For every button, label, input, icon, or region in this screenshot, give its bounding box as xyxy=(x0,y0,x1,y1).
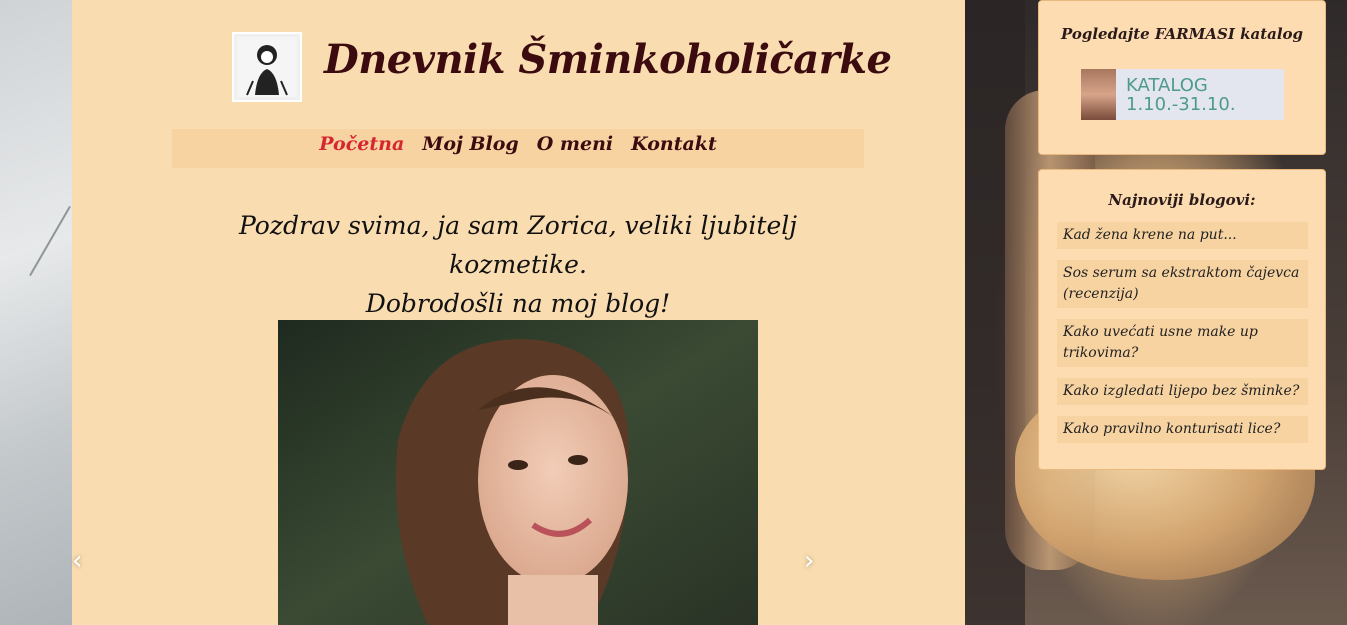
latest-posts-list: Kad žena krene na put... Sos serum sa ek… xyxy=(1057,222,1308,454)
catalog-widget-title: Pogledajte FARMASI katalog xyxy=(1060,25,1304,43)
greeting-line-1: Pozdrav svima, ja sam Zorica, veliki lju… xyxy=(238,211,797,279)
main-nav: Početna Moj Blog O meni Kontakt xyxy=(172,129,864,168)
post-link[interactable]: Kako izgledati lijepo bez šminke? xyxy=(1057,378,1308,405)
carousel-next-button[interactable]: › xyxy=(804,546,814,576)
site-logo[interactable] xyxy=(232,32,302,102)
nav-item-o-meni[interactable]: O meni xyxy=(528,129,622,168)
carousel-prev-button[interactable]: ‹ xyxy=(72,546,82,576)
nav-item-moj-blog[interactable]: Moj Blog xyxy=(413,129,527,168)
catalog-label: KATALOG xyxy=(1126,74,1208,96)
woman-portrait-icon xyxy=(237,37,297,97)
greeting-text: Pozdrav svima, ja sam Zorica, veliki lju… xyxy=(172,206,864,323)
greeting-line-2: Dobrodošli na moj blog! xyxy=(365,289,671,318)
post-link[interactable]: Sos serum sa ekstraktom čajevca (recenzi… xyxy=(1057,260,1308,308)
catalog-widget: Pogledajte FARMASI katalog KATALOG 1.10.… xyxy=(1038,0,1326,155)
catalog-text: KATALOG 1.10.-31.10. xyxy=(1126,76,1236,114)
catalog-dates: 1.10.-31.10. xyxy=(1126,93,1236,115)
site-title[interactable]: Dnevnik Šminkoholičarke xyxy=(324,36,892,83)
header: Dnevnik Šminkoholičarke xyxy=(232,32,892,104)
nav-item-kontakt[interactable]: Kontakt xyxy=(622,129,726,168)
catalog-cover-thumbnail xyxy=(1081,69,1116,120)
post-link[interactable]: Kako uvećati usne make up trikovima? xyxy=(1057,319,1308,367)
latest-posts-widget: Najnoviji blogovi: Kad žena krene na put… xyxy=(1038,169,1326,470)
latest-posts-title: Najnoviji blogovi: xyxy=(1108,191,1256,209)
nav-item-pocetna[interactable]: Početna xyxy=(310,129,413,168)
image-carousel xyxy=(278,320,758,625)
carousel-photo xyxy=(278,320,758,625)
post-link[interactable]: Kako pravilno konturisati lice? xyxy=(1057,416,1308,443)
post-link[interactable]: Kad žena krene na put... xyxy=(1057,222,1308,249)
background-left xyxy=(0,0,72,625)
main-column: Dnevnik Šminkoholičarke Početna Moj Blog… xyxy=(72,0,965,625)
catalog-banner[interactable]: KATALOG 1.10.-31.10. xyxy=(1081,69,1284,120)
